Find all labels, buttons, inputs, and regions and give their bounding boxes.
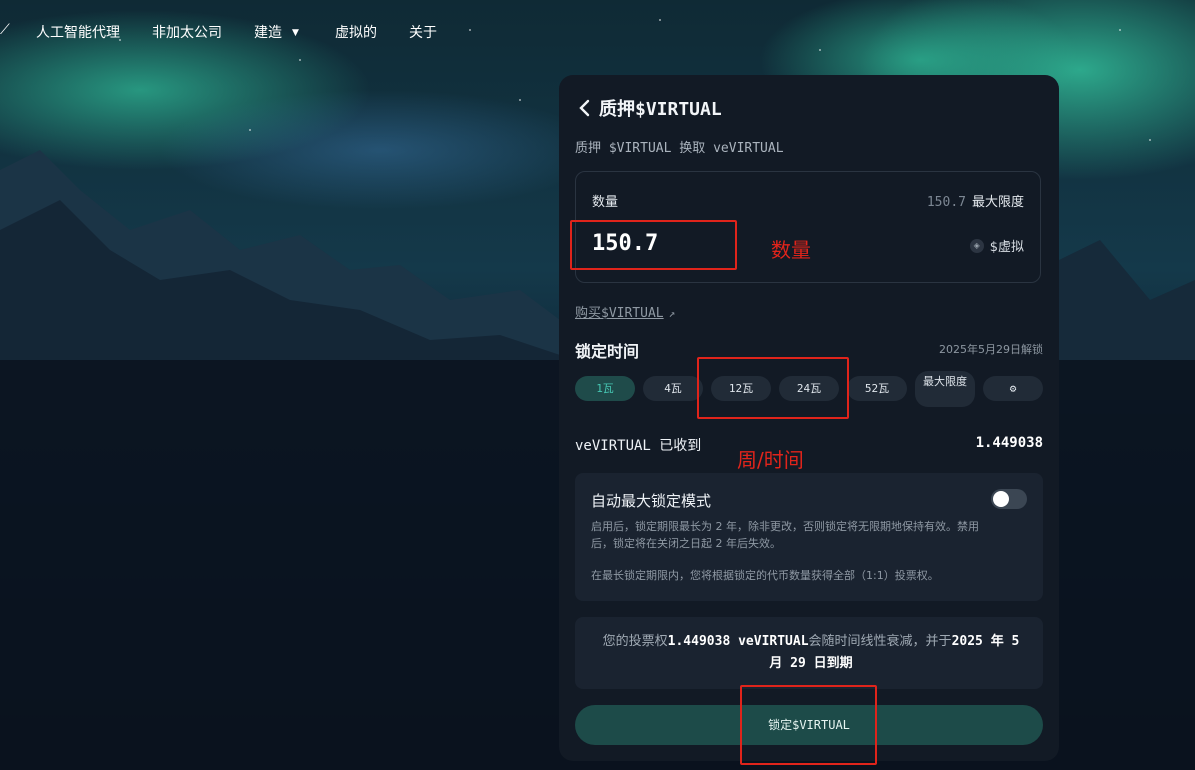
annotation-box-weeks (697, 357, 849, 419)
lock-time-title: 锁定时间 (575, 342, 640, 361)
nav-item-fugazi[interactable]: 非加太公司 (152, 22, 222, 42)
amount-label: 数量 (592, 195, 619, 210)
nav-item-ai-agents[interactable]: 人工智能代理 (36, 22, 120, 42)
token-label: $虚拟 (989, 240, 1024, 255)
nav-item-about[interactable]: 关于 (409, 22, 437, 42)
vote-middle: 会随时间线性衰减，并于 (808, 634, 952, 649)
logo[interactable]: ⟋ (0, 22, 10, 38)
auto-max-lock-box: 自动最大锁定模式 启用后，锁定期限最长为 2 年，除非更改，否则锁定将无限期地保… (575, 473, 1043, 601)
toggle-knob (993, 491, 1009, 507)
buy-virtual-link[interactable]: 购买$VIRTUAL ↗ (575, 302, 675, 321)
max-label: 最大限度 (971, 195, 1024, 210)
top-nav: ⟋ 人工智能代理 非加太公司 建造 ▼ 虚拟的 关于 (0, 0, 1195, 62)
vote-amount: 1.449038 veVIRTUAL (667, 634, 809, 649)
auto-max-description: 启用后，锁定期限最长为 2 年，除非更改，否则锁定将无限期地保持有效。禁用后，锁… (591, 520, 979, 550)
annotation-label-amount: 数量 (771, 238, 811, 262)
max-value: 150.7 (926, 195, 966, 210)
panel-header: 质押$VIRTUAL (577, 95, 722, 121)
auto-max-toggle[interactable] (991, 489, 1027, 509)
voting-power-text: 您的投票权1.449038 veVIRTUAL会随时间线性衰减，并于2025 年… (595, 631, 1027, 675)
annotation-box-lock-button (740, 685, 877, 765)
lock-option-max[interactable]: 最大限度 (915, 371, 975, 407)
lock-option-52w[interactable]: 52瓦 (847, 376, 907, 401)
token-icon: ◈ (969, 238, 984, 253)
unlock-date: 2025年5月29日解锁 (939, 343, 1043, 356)
nav-item-virtual[interactable]: 虚拟的 (335, 22, 377, 42)
lock-option-4w[interactable]: 4瓦 (643, 376, 703, 401)
token-selector: ◈ $虚拟 (969, 236, 1024, 255)
buy-virtual-label: 购买$VIRTUAL (575, 306, 664, 321)
voting-power-box: 您的投票权1.449038 veVIRTUAL会随时间线性衰减，并于2025 年… (575, 617, 1043, 689)
annotation-box-amount (570, 220, 737, 270)
lock-option-1w[interactable]: 1瓦 (575, 376, 635, 401)
nav-item-build[interactable]: 建造 ▼ (254, 22, 299, 42)
page-title: 质押$VIRTUAL (599, 99, 722, 120)
received-label: veVIRTUAL 已收到 (575, 438, 702, 454)
chevron-down-icon: ▼ (292, 28, 299, 38)
auto-max-title: 自动最大锁定模式 (591, 492, 712, 510)
received-value: 1.449038 (975, 435, 1043, 451)
nav-item-build-label: 建造 (254, 25, 282, 41)
vote-prefix: 您的投票权 (602, 634, 668, 649)
max-button[interactable]: 150.7 最大限度 (927, 191, 1024, 210)
external-link-icon: ↗ (668, 307, 676, 320)
sliders-icon[interactable]: ⚙ (983, 376, 1043, 401)
page-subtitle: 质押 $VIRTUAL 换取 veVIRTUAL (575, 141, 784, 156)
auto-max-note: 在最长锁定期限内，您将根据锁定的代币数量获得全部（1:1）投票权。 (591, 569, 939, 582)
chevron-left-icon[interactable] (577, 98, 593, 118)
annotation-label-week-time: 周/时间 (737, 448, 804, 472)
